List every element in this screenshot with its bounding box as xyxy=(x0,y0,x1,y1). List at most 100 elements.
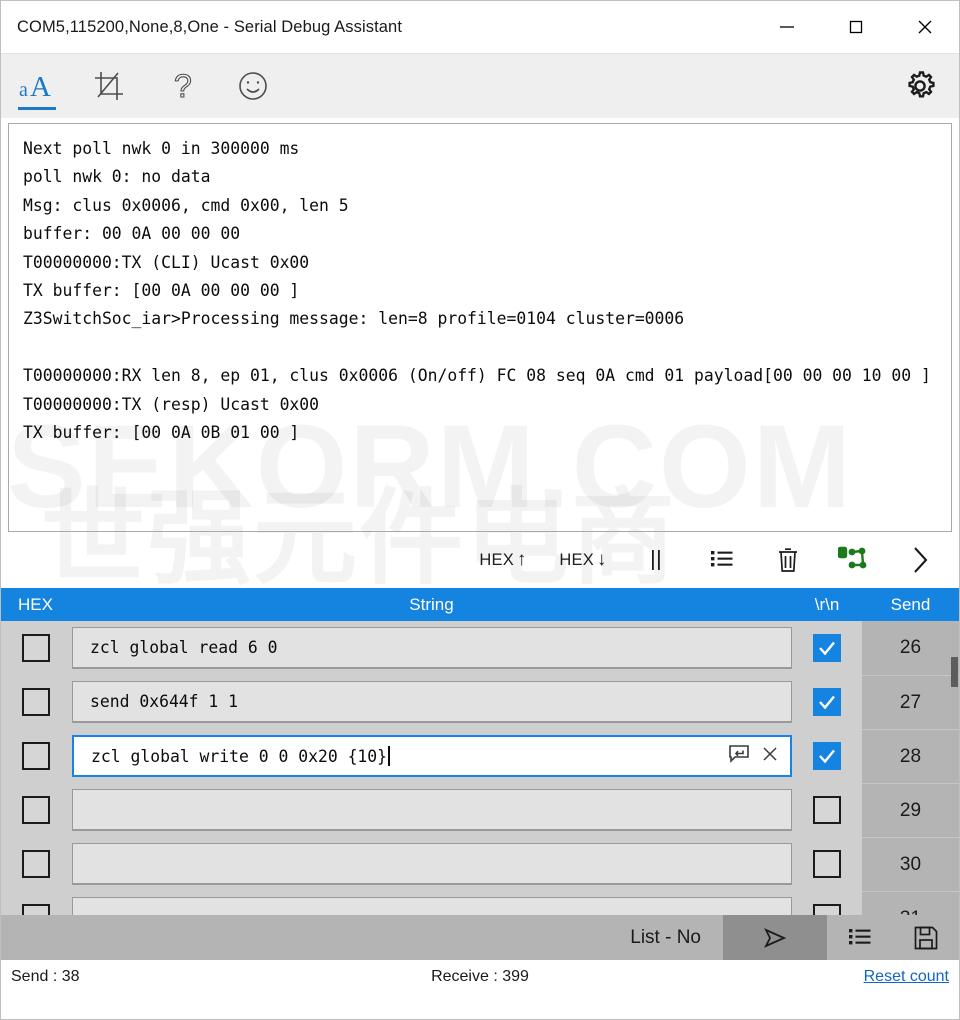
save-button[interactable] xyxy=(893,915,959,960)
log-list-button[interactable] xyxy=(689,534,755,586)
hex-send-label: HEX xyxy=(479,550,514,569)
hex-checkbox[interactable] xyxy=(22,688,50,716)
cell-string: zcl global write 0 0 0x20 {10} xyxy=(71,735,792,777)
column-header-hex: HEX xyxy=(18,594,53,614)
scrollbar-thumb[interactable] xyxy=(951,657,958,687)
terminal-output-panel[interactable]: Next poll nwk 0 in 300000 ms poll nwk 0:… xyxy=(8,123,952,532)
help-icon[interactable]: ? xyxy=(145,54,217,118)
arrow-up-icon: ↑ xyxy=(516,549,527,570)
expand-button[interactable] xyxy=(887,534,953,586)
send-icon xyxy=(764,927,787,948)
cell-string xyxy=(71,789,792,831)
cell-crlf xyxy=(792,850,862,878)
font-size-icon[interactable]: a A xyxy=(1,54,73,118)
column-header-crlf: \r\n xyxy=(814,594,840,614)
cell-crlf xyxy=(792,796,862,824)
cell-hex xyxy=(1,850,71,878)
gear-icon[interactable] xyxy=(881,54,959,118)
connect-button[interactable] xyxy=(821,534,887,586)
list-mode-button[interactable]: List - No xyxy=(608,915,723,960)
network-icon xyxy=(838,546,867,569)
table-scrollbar[interactable] xyxy=(951,621,959,915)
send-row-button[interactable]: 26 xyxy=(862,621,959,675)
column-header-string: String xyxy=(409,594,454,614)
crlf-checkbox[interactable] xyxy=(813,634,841,662)
multiline-button[interactable] xyxy=(827,915,893,960)
crlf-checkbox[interactable] xyxy=(813,688,841,716)
command-input-text: zcl global write 0 0 0x20 {10} xyxy=(91,746,388,766)
table-row: zcl global read 6 0 26 xyxy=(1,621,959,675)
command-input[interactable] xyxy=(72,843,792,885)
hex-checkbox[interactable] xyxy=(22,904,50,915)
crlf-checkbox[interactable] xyxy=(813,850,841,878)
serial-debug-assistant-window: SEKORM.COM 世强元件电商 COM5,115200,None,8,One… xyxy=(0,0,960,1020)
crop-icon[interactable] xyxy=(73,54,145,118)
cell-crlf xyxy=(792,688,862,716)
hex-checkbox[interactable] xyxy=(22,796,50,824)
command-input[interactable]: zcl global read 6 0 xyxy=(72,627,792,669)
svg-text:a: a xyxy=(19,79,28,101)
column-header-send: Send xyxy=(890,594,931,614)
send-row-button[interactable]: 27 xyxy=(862,675,959,729)
hex-checkbox[interactable] xyxy=(22,742,50,770)
clear-button[interactable] xyxy=(755,534,821,586)
reset-count-link[interactable]: Reset count xyxy=(864,968,949,986)
cell-string: zcl global read 6 0 xyxy=(71,627,792,669)
send-bottom-bar: List - No xyxy=(1,915,959,960)
send-row-button[interactable]: 28 xyxy=(862,729,959,783)
window-title: COM5,115200,None,8,One - Serial Debug As… xyxy=(17,17,403,36)
window-controls xyxy=(752,1,959,53)
list-icon xyxy=(711,551,733,567)
send-row-button[interactable]: 31 xyxy=(862,891,959,915)
main-toolbar: a A ? xyxy=(1,53,959,118)
arrow-down-icon: ↓ xyxy=(596,549,607,570)
hex-send-toggle[interactable]: HEX ↑ xyxy=(463,534,543,586)
hex-checkbox[interactable] xyxy=(22,634,50,662)
check-icon xyxy=(819,749,835,764)
send-table-header: HEX String \r\n Send xyxy=(1,588,959,621)
send-row-button[interactable]: 30 xyxy=(862,837,959,891)
table-row: 30 xyxy=(1,837,959,891)
table-row: send 0x644f 1 1 27 xyxy=(1,675,959,729)
list-icon xyxy=(849,928,871,944)
maximize-button[interactable] xyxy=(821,1,890,53)
cell-hex xyxy=(1,742,71,770)
cell-hex xyxy=(1,634,71,662)
check-icon xyxy=(819,695,835,710)
command-input[interactable] xyxy=(72,897,792,915)
input-inline-icons xyxy=(728,744,780,768)
newline-icon[interactable] xyxy=(728,744,750,768)
hex-receive-toggle[interactable]: HEX ↓ xyxy=(543,534,623,586)
clear-input-icon[interactable] xyxy=(760,744,780,768)
crlf-checkbox[interactable] xyxy=(813,796,841,824)
cell-crlf xyxy=(792,634,862,662)
minimize-button[interactable] xyxy=(752,1,821,53)
cell-crlf xyxy=(792,742,862,770)
pause-button[interactable] xyxy=(623,534,689,586)
command-input-text: send 0x644f 1 1 xyxy=(90,692,239,711)
close-button[interactable] xyxy=(890,1,959,53)
command-input[interactable]: send 0x644f 1 1 xyxy=(72,681,792,723)
receive-count: Receive : 399 xyxy=(431,968,529,985)
cell-hex xyxy=(1,688,71,716)
command-input[interactable] xyxy=(72,789,792,831)
title-bar: COM5,115200,None,8,One - Serial Debug As… xyxy=(1,1,959,53)
emoji-icon[interactable] xyxy=(217,54,289,118)
save-icon xyxy=(914,926,938,949)
cell-string: send 0x644f 1 1 xyxy=(71,681,792,723)
cell-string xyxy=(71,897,792,915)
table-row: 31 xyxy=(1,891,959,915)
cell-string xyxy=(71,843,792,885)
receive-action-bar: HEX ↑ HEX ↓ xyxy=(1,532,959,588)
cell-hex xyxy=(1,904,71,915)
send-all-button[interactable] xyxy=(723,915,827,960)
chevron-right-icon xyxy=(914,547,928,573)
text-caret xyxy=(388,746,390,766)
crlf-checkbox[interactable] xyxy=(813,742,841,770)
hex-checkbox[interactable] xyxy=(22,850,50,878)
cell-crlf xyxy=(792,904,862,915)
command-input[interactable]: zcl global write 0 0 0x20 {10} xyxy=(72,735,792,777)
table-row: 29 xyxy=(1,783,959,837)
send-row-button[interactable]: 29 xyxy=(862,783,959,837)
crlf-checkbox[interactable] xyxy=(813,904,841,915)
